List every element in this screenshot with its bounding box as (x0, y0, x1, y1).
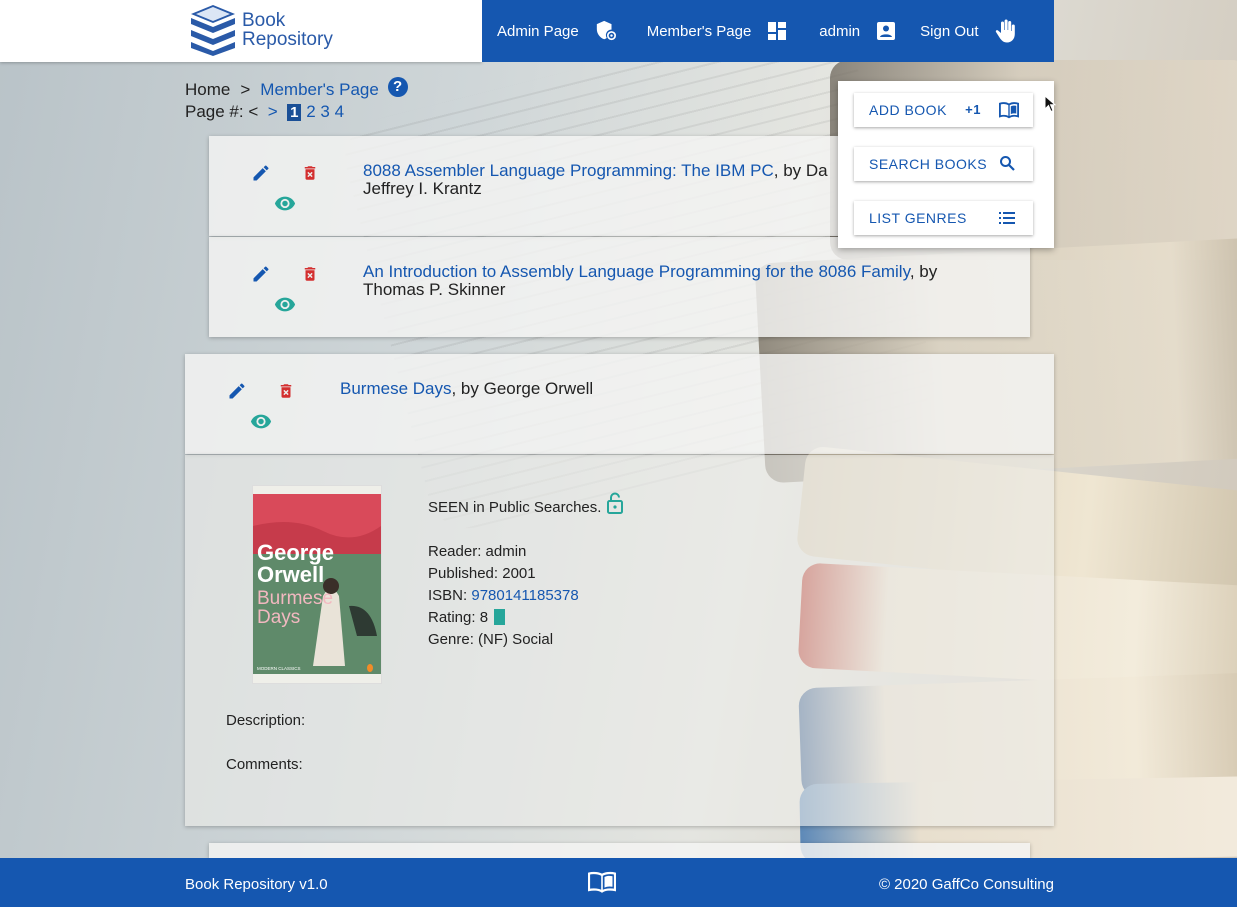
pager-label: Page #: (185, 102, 244, 121)
account-box-icon (877, 22, 896, 40)
add-book-badge: +1 (965, 102, 981, 117)
reader-label: Reader: (428, 543, 482, 560)
cover-title-line2: Days (257, 607, 300, 628)
book-open-icon (999, 102, 1019, 119)
search-books-button[interactable]: SEARCH BOOKS (854, 147, 1033, 181)
book-card-expanded: Burmese Days, by George Orwell (185, 354, 1054, 454)
genre-label: Genre: (428, 631, 474, 648)
published-value: 2001 (502, 565, 536, 582)
list-genres-label: LIST GENRES (869, 210, 967, 226)
dashboard-icon (768, 22, 787, 40)
breadcrumb-members-page[interactable]: Member's Page (260, 80, 379, 99)
logo-line2: Repository (242, 29, 333, 50)
logo-line1: Book (242, 10, 286, 31)
nav-admin-label: Admin Page (497, 22, 579, 40)
delete-icon[interactable] (298, 161, 322, 185)
isbn-line: ISBN: 9780141185378 (428, 585, 624, 607)
mouse-cursor-icon (1044, 95, 1056, 113)
delete-icon[interactable] (274, 379, 298, 403)
pager-page-3[interactable]: 3 (320, 102, 329, 121)
pager-prev[interactable]: < (248, 102, 258, 121)
published-label: Published: (428, 565, 499, 582)
add-book-button[interactable]: ADD BOOK +1 (854, 93, 1033, 127)
cover-title-line1: Burmese (257, 588, 333, 609)
reader-line: Reader: admin (428, 541, 624, 563)
breadcrumb: Home > Member's Page ? (185, 77, 408, 100)
cover-author-line2: Orwell (257, 562, 324, 587)
isbn-label: ISBN: (428, 587, 468, 604)
search-books-label: SEARCH BOOKS (869, 156, 988, 172)
rating-value: 8 (479, 609, 489, 626)
pagination: Page #: < > 1 2 3 4 (185, 102, 344, 122)
help-icon[interactable]: ? (387, 77, 408, 97)
nav-user-label: admin (819, 22, 861, 40)
breadcrumb-home[interactable]: Home (185, 80, 230, 99)
book-title-link[interactable]: Burmese Days (340, 379, 451, 398)
view-icon[interactable] (249, 409, 273, 433)
footer-copyright: © 2020 GaffCo Consulting (878, 876, 1054, 893)
rating-line: Rating: 8 (428, 607, 624, 629)
edit-icon[interactable] (249, 161, 273, 185)
isbn-link[interactable]: 9780141185378 (471, 587, 578, 604)
footer-app-version: Book Repository v1.0 (185, 876, 328, 893)
list-icon (999, 212, 1015, 224)
book-author: Thomas P. Skinner (363, 280, 506, 299)
book-card (209, 843, 1030, 858)
search-icon (1000, 156, 1015, 171)
book-info: SEEN in Public Searches. Reader: admin P… (428, 492, 624, 651)
book-author-prefix: , by (909, 262, 938, 281)
footer: Book Repository v1.0 © 2020 GaffCo Consu… (0, 858, 1237, 907)
book-title-link[interactable]: 8088 Assembler Language Programming: The… (363, 161, 774, 180)
rating-bar (494, 609, 506, 625)
pager-page-4[interactable]: 4 (335, 102, 344, 121)
top-navbar: Admin Page Member's Page admin Sign Out (482, 0, 1054, 62)
pager-next[interactable]: > (268, 102, 278, 121)
book-author-prefix: , by George Orwell (451, 379, 594, 398)
book-cover-art: George Orwell Burmese Days MODERN CLASSI… (253, 486, 381, 683)
book-open-icon (588, 871, 616, 893)
edit-icon[interactable] (225, 379, 249, 403)
book-title-line: An Introduction to Assembly Language Pro… (363, 263, 937, 299)
books-stack-icon (191, 5, 235, 56)
genre-value: (NF) Social (478, 631, 554, 648)
visibility-line: SEEN in Public Searches. (428, 492, 624, 519)
genre-line: Genre: (NF) Social (428, 629, 624, 651)
reader-value: admin (485, 543, 527, 560)
nav-sign-out[interactable]: Sign Out (920, 0, 1016, 62)
header-logo-area: Book Repository (0, 0, 482, 62)
view-icon[interactable] (273, 191, 297, 215)
pager-page-2[interactable]: 2 (306, 102, 315, 121)
published-line: Published: 2001 (428, 563, 624, 585)
comments-label: Comments: (226, 756, 303, 773)
admin-shield-icon (596, 20, 616, 41)
actions-menu: ADD BOOK +1 SEARCH BOOKS LIST GENRES (838, 81, 1054, 248)
book-title-line: Burmese Days, by George Orwell (340, 380, 593, 398)
description-label: Description: (226, 712, 306, 729)
nav-admin-page[interactable]: Admin Page (497, 0, 635, 62)
nav-members-label: Member's Page (646, 22, 752, 40)
book-author: Jeffrey I. Krantz (363, 179, 482, 198)
book-card: An Introduction to Assembly Language Pro… (209, 237, 1030, 337)
edit-icon[interactable] (249, 262, 273, 286)
book-author-prefix: , by Da (773, 161, 828, 180)
book-detail-panel: George Orwell Burmese Days MODERN CLASSI… (185, 455, 1054, 826)
cover-series-label: MODERN CLASSICS (257, 666, 301, 671)
rating-label: Rating: (428, 609, 476, 626)
view-icon[interactable] (273, 292, 297, 316)
book-title-link[interactable]: An Introduction to Assembly Language Pro… (363, 262, 910, 281)
nav-signout-label: Sign Out (920, 22, 979, 40)
pager-current-page: 1 (287, 104, 302, 121)
visibility-text: SEEN in Public Searches. (428, 499, 602, 516)
list-genres-button[interactable]: LIST GENRES (854, 201, 1033, 235)
breadcrumb-separator: > (240, 80, 251, 99)
nav-user-admin[interactable]: admin (819, 0, 920, 62)
app-logo[interactable]: Book Repository (188, 4, 333, 56)
delete-icon[interactable] (298, 262, 322, 286)
add-book-label: ADD BOOK (869, 102, 947, 118)
book-title-line: 8088 Assembler Language Programming: The… (363, 162, 828, 198)
lock-open-icon[interactable] (606, 492, 624, 514)
nav-members-page[interactable]: Member's Page (647, 0, 820, 62)
book-cover-image: George Orwell Burmese Days MODERN CLASSI… (252, 485, 382, 684)
hand-icon (995, 19, 1015, 43)
